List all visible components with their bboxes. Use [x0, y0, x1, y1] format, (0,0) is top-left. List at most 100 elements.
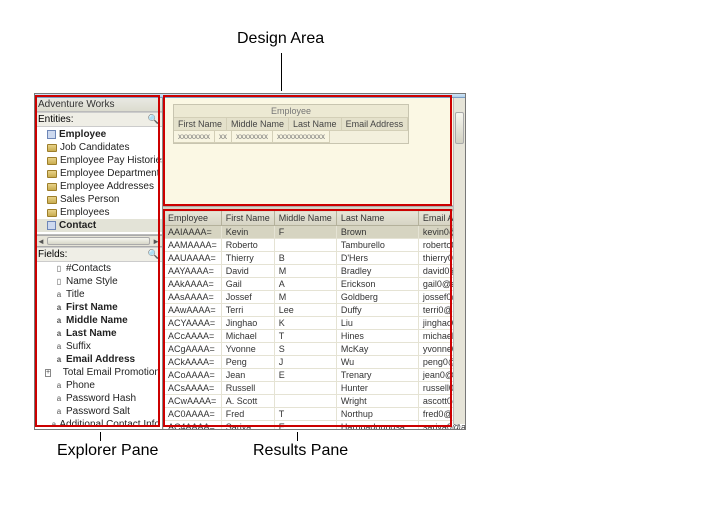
entity-item[interactable]: Employee Addresses [35, 180, 162, 193]
table-row[interactable]: ACwAAAA=A. ScottWrightascott0@adventure-… [164, 395, 466, 408]
table-row[interactable]: ACgAAAA=YvonneSMcKayyvonne0@adventure-wo… [164, 343, 466, 356]
entity-item[interactable]: Employee [35, 128, 162, 141]
table-row[interactable]: ACkAAAA=PengJWupeng0@adventure-works.com [164, 356, 466, 369]
table-row[interactable]: AC4AAAA=SariyaEHarnpadoungsa…sariya0@adv… [164, 421, 466, 430]
table-row[interactable]: AAUAAAA=ThierryBD'Hersthierry0@adventure… [164, 252, 466, 265]
field-item[interactable]: aEmail Address [35, 353, 162, 366]
field-item[interactable]: +Total Email Promotion [35, 366, 162, 379]
results-column-header[interactable]: Employee [164, 211, 222, 226]
table-cell: T [274, 330, 336, 343]
table-row[interactable]: AAIAAAA=KevinFBrownkevin0@adventure-work… [164, 226, 466, 239]
design-column-header[interactable]: Middle Name [227, 118, 289, 131]
table-row[interactable]: AAkAAAA=GailAEricksongail0@adventure-wor… [164, 278, 466, 291]
fields-header: Fields: 🔍 [35, 247, 162, 262]
table-cell: AC4AAAA= [164, 421, 222, 430]
fields-list[interactable]: ▯#Contacts▯Name StyleaTitleaFirst NameaM… [35, 262, 162, 429]
table-row[interactable]: AAsAAAA=JossefMGoldbergjossef0@adventure… [164, 291, 466, 304]
entity-item[interactable]: Employees [35, 206, 162, 219]
search-icon[interactable]: 🔍 [148, 114, 159, 125]
design-column-header[interactable]: Last Name [289, 118, 342, 131]
entity-item[interactable]: Job Candidates [35, 141, 162, 154]
table-cell [274, 382, 336, 395]
design-column-header[interactable]: First Name [174, 118, 227, 131]
table-row[interactable]: ACsAAAA=RussellHunterrussell0@adventure-… [164, 382, 466, 395]
table-cell: AAMAAAA= [164, 239, 222, 252]
table-row[interactable]: AAMAAAA=RobertoTamburelloroberto0@advent… [164, 239, 466, 252]
entity-item[interactable]: Employee Department Histories [35, 167, 162, 180]
field-item[interactable]: aPassword Salt [35, 405, 162, 418]
field-type-icon: a [55, 329, 63, 338]
field-item[interactable]: ▯Name Style [35, 275, 162, 288]
expand-icon[interactable]: + [45, 369, 51, 377]
table-cell: AAYAAAA= [164, 265, 222, 278]
results-column-header[interactable]: Middle Name [274, 211, 336, 226]
field-item[interactable]: aMiddle Name [35, 314, 162, 327]
field-item[interactable]: aSuffix [35, 340, 162, 353]
folder-icon [47, 183, 57, 191]
table-cell: Duffy [336, 304, 418, 317]
table-row[interactable]: AC0AAAA=FredTNorthupfred0@adventure-work… [164, 408, 466, 421]
design-entity-table[interactable]: Employee First NameMiddle NameLast NameE… [173, 104, 409, 144]
connector [297, 432, 298, 441]
table-cell: ACcAAAA= [164, 330, 222, 343]
table-cell: McKay [336, 343, 418, 356]
results-column-header[interactable]: First Name [221, 211, 274, 226]
design-sample-cell: xxxxxxxx [232, 131, 273, 143]
design-area[interactable]: Employee First NameMiddle NameLast NameE… [163, 98, 465, 206]
vertical-scrollbar[interactable] [453, 98, 465, 424]
entity-label: Employees [60, 207, 109, 218]
field-item[interactable]: aFirst Name [35, 301, 162, 314]
table-cell: M [274, 291, 336, 304]
entities-scrollbar[interactable]: ◄ ► [35, 235, 162, 247]
table-row[interactable]: ACoAAAA=JeanETrenaryjean0@adventure-work… [164, 369, 466, 382]
table-cell: Goldberg [336, 291, 418, 304]
field-item[interactable]: aPhone [35, 379, 162, 392]
results-pane[interactable]: EmployeeFirst NameMiddle NameLast NameEm… [163, 210, 465, 429]
window-body: Adventure Works Entities: 🔍 EmployeeJob … [35, 98, 465, 429]
field-item[interactable]: aPassword Hash [35, 392, 162, 405]
table-cell: Jean [221, 369, 274, 382]
table-cell: Tamburello [336, 239, 418, 252]
table-row[interactable]: AAYAAAA=DavidMBradleydavid0@adventure-wo… [164, 265, 466, 278]
table-cell: Hines [336, 330, 418, 343]
table-cell: Wright [336, 395, 418, 408]
table-cell [274, 239, 336, 252]
field-item[interactable]: ▯#Contacts [35, 262, 162, 275]
field-type-icon: a [55, 290, 63, 299]
table-cell: T [274, 408, 336, 421]
table-cell: Brown [336, 226, 418, 239]
scroll-left-icon[interactable]: ◄ [37, 237, 45, 246]
results-column-header[interactable]: Last Name [336, 211, 418, 226]
field-item[interactable]: aTitle [35, 288, 162, 301]
table-cell: S [274, 343, 336, 356]
table-cell: D'Hers [336, 252, 418, 265]
entity-item[interactable]: Contact [35, 219, 162, 232]
table-cell: David [221, 265, 274, 278]
table-cell: F [274, 226, 336, 239]
field-item[interactable]: aLast Name [35, 327, 162, 340]
results-table[interactable]: EmployeeFirst NameMiddle NameLast NameEm… [163, 210, 465, 429]
table-cell: A. Scott [221, 395, 274, 408]
field-label: Additional Contact Info [59, 419, 160, 429]
table-cell: ACwAAAA= [164, 395, 222, 408]
field-label: Title [66, 289, 85, 300]
scrollbar-thumb[interactable] [455, 112, 464, 144]
scroll-right-icon[interactable]: ► [152, 237, 160, 246]
entity-item[interactable]: Sales Person [35, 193, 162, 206]
entities-label: Entities: [38, 114, 74, 125]
table-cell: B [274, 252, 336, 265]
field-item[interactable]: aAdditional Contact Info [35, 418, 162, 429]
field-type-icon: a [51, 420, 56, 429]
design-column-header[interactable]: Email Address [342, 118, 409, 131]
table-cell: Michael [221, 330, 274, 343]
entities-tree[interactable]: EmployeeJob CandidatesEmployee Pay Histo… [35, 127, 162, 235]
table-row[interactable]: ACcAAAA=MichaelTHinesmichael0@adventure-… [164, 330, 466, 343]
label-results-pane: Results Pane [253, 442, 348, 460]
entity-label: Employee [59, 129, 106, 140]
entity-item[interactable]: Employee Pay Histories [35, 154, 162, 167]
table-row[interactable]: ACYAAAA=JinghaoKLiujinghao0@adventure-wo… [164, 317, 466, 330]
scroll-thumb[interactable] [47, 237, 150, 245]
search-icon[interactable]: 🔍 [148, 249, 159, 260]
table-row[interactable]: AAwAAAA=TerriLeeDuffyterri0@adventure-wo… [164, 304, 466, 317]
table-cell: ACgAAAA= [164, 343, 222, 356]
